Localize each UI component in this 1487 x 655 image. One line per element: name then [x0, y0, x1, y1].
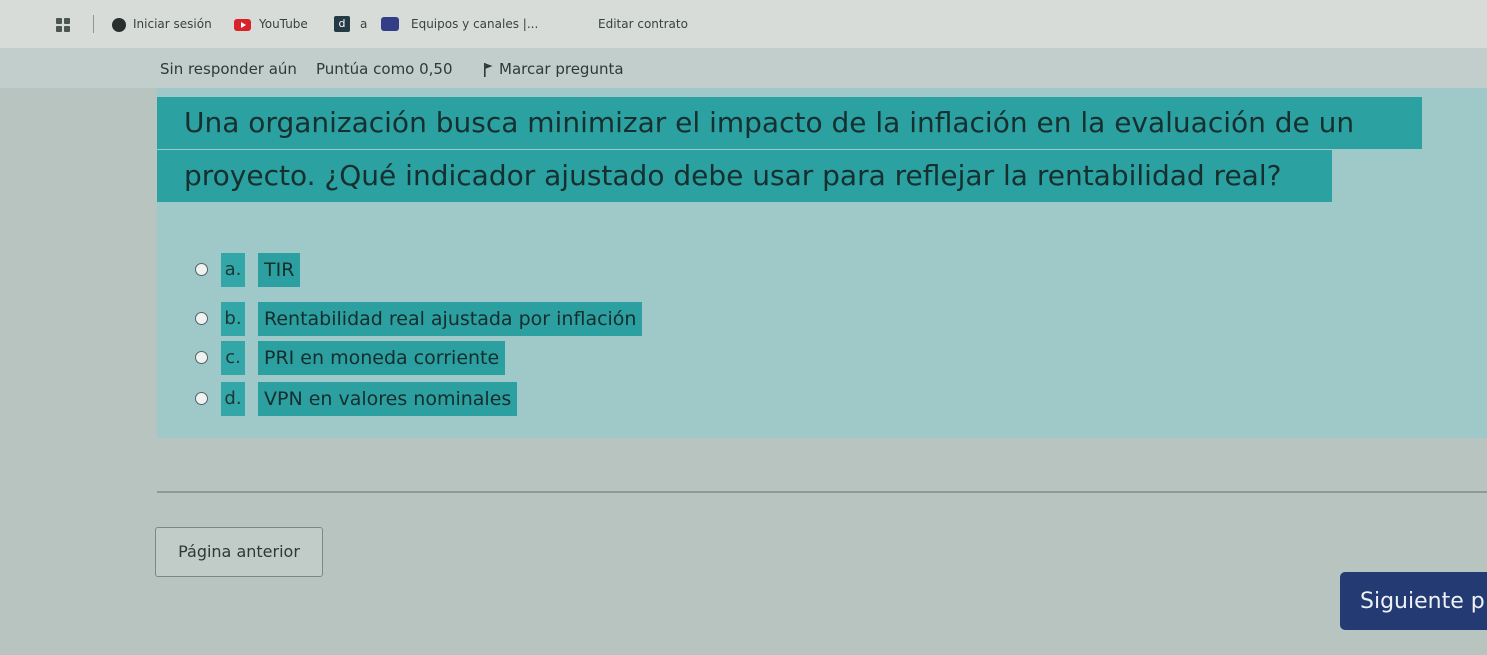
bookmark-equipos-y-canales[interactable]: Equipos y canales |...: [411, 17, 538, 31]
radio-button-b[interactable]: [195, 312, 208, 325]
bookmark-a[interactable]: a: [360, 17, 367, 31]
radio-button-d[interactable]: [195, 392, 208, 405]
apps-grid-icon[interactable]: [56, 18, 70, 32]
bookmarks-bar: Iniciar sesión YouTube d a Equipos y can…: [0, 0, 1487, 49]
option-letter: b.: [221, 302, 245, 336]
flag-icon[interactable]: [483, 63, 493, 77]
question-info-row: Sin responder aún Puntúa como 0,50 Marca…: [0, 48, 1487, 88]
question-grade: Puntúa como 0,50: [316, 60, 453, 78]
bookmark-editar-contrato[interactable]: Editar contrato: [598, 17, 688, 31]
option-letter: c.: [221, 341, 245, 375]
bookmark-youtube[interactable]: YouTube: [259, 17, 308, 31]
radio-button-a[interactable]: [195, 263, 208, 276]
question-text-line-1: Una organización busca minimizar el impa…: [157, 97, 1422, 149]
teams-icon: [381, 17, 399, 31]
option-letter: d.: [221, 382, 245, 416]
bookmarks-separator: [93, 15, 94, 33]
option-text[interactable]: Rentabilidad real ajustada por inflación: [258, 302, 643, 336]
option-letter: a.: [221, 253, 245, 287]
question-status: Sin responder aún: [160, 60, 297, 78]
youtube-icon: [234, 19, 251, 31]
option-text[interactable]: TIR: [258, 253, 301, 287]
next-page-button[interactable]: Siguiente p: [1340, 572, 1487, 630]
option-text[interactable]: PRI en moneda corriente: [258, 341, 506, 375]
section-divider: [157, 491, 1487, 493]
flag-question-link[interactable]: Marcar pregunta: [499, 60, 624, 78]
d-app-icon: d: [334, 16, 350, 32]
radio-button-c[interactable]: [195, 351, 208, 364]
question-text-line-2: proyecto. ¿Qué indicador ajustado debe u…: [157, 150, 1332, 202]
previous-page-button[interactable]: Página anterior: [155, 527, 323, 577]
bookmark-iniciar-sesion[interactable]: Iniciar sesión: [133, 17, 212, 31]
user-circle-icon: [112, 18, 126, 32]
option-text[interactable]: VPN en valores nominales: [258, 382, 518, 416]
